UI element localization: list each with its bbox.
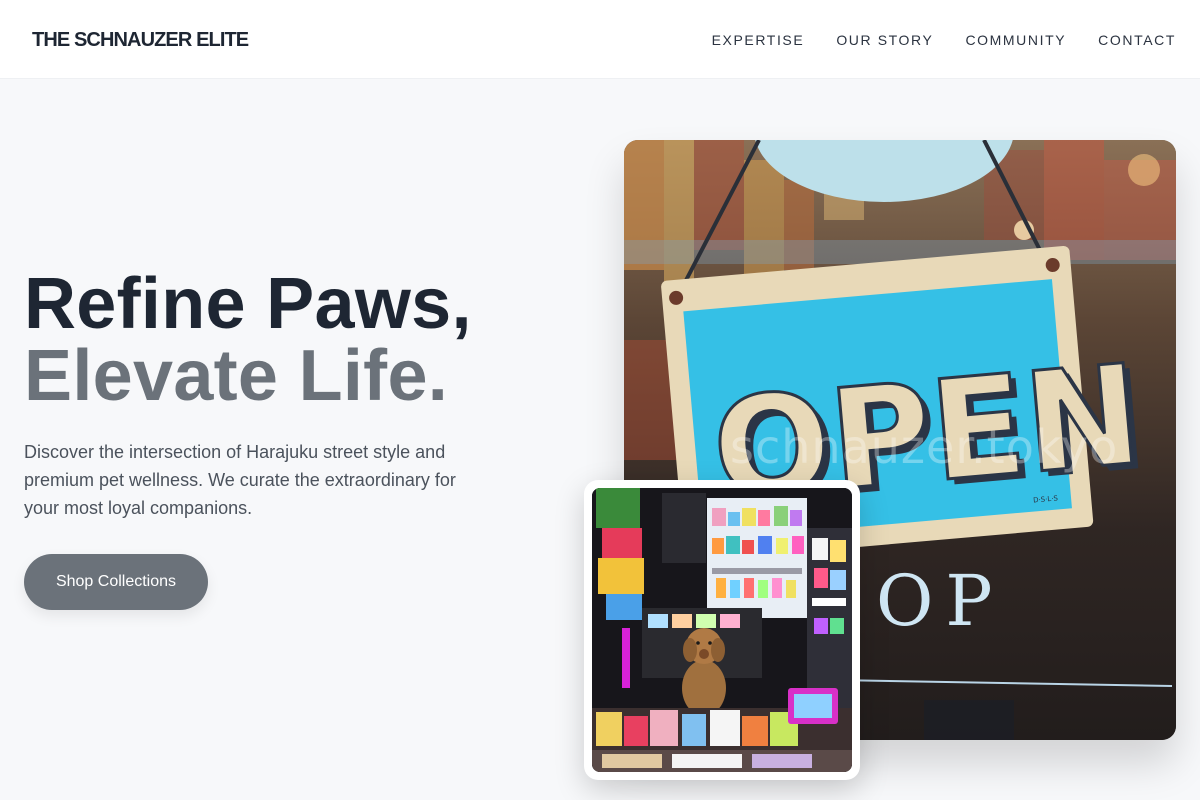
brand-logo[interactable]: THE SCHNAUZER ELITE [32,29,249,52]
hero-title-line-1: Refine Paws, [24,264,472,344]
nav-our-story[interactable]: OUR STORY [836,32,933,48]
nav-expertise[interactable]: EXPERTISE [712,32,805,48]
nav-contact[interactable]: CONTACT [1098,32,1176,48]
nav-community[interactable]: COMMUNITY [965,32,1066,48]
main-nav: EXPERTISE OUR STORY COMMUNITY CONTACT [712,32,1176,48]
poodle-shop-illustration [592,488,852,772]
hero-title-line-2: Elevate Life. [24,336,449,416]
glass-door-text: OP [876,560,1005,642]
shop-collections-button[interactable]: Shop Collections [24,554,208,610]
shop-photo-card [584,480,860,780]
poodle-shop-photo [592,488,852,772]
hero-title: Refine Paws, Elevate Life. [24,268,472,412]
hero-description: Discover the intersection of Harajuku st… [24,442,456,518]
site-header: THE SCHNAUZER ELITE EXPERTISE OUR STORY … [0,0,1200,79]
photo-watermark: schnauzer.tokyo [730,420,1119,474]
